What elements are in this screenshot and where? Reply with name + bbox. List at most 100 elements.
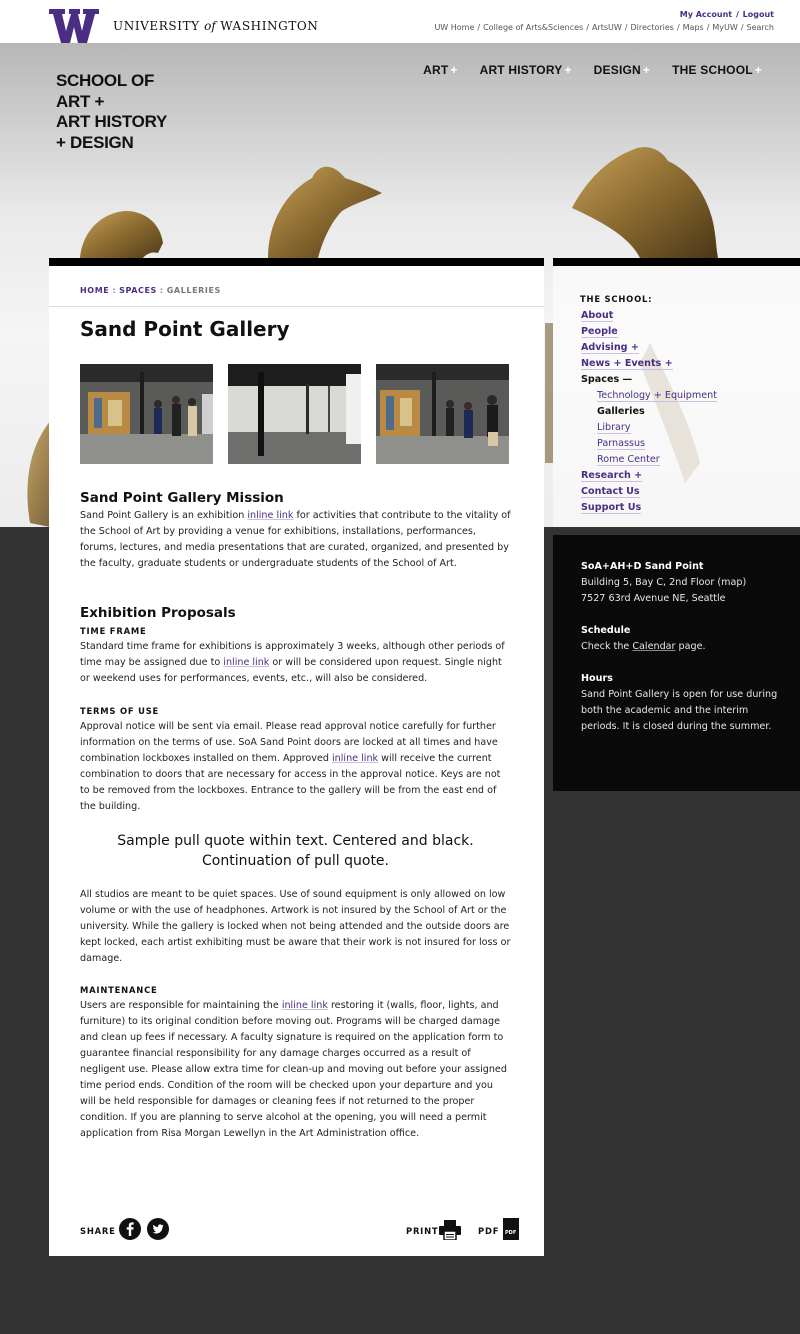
utility-link[interactable]: MyUW [712, 23, 737, 32]
logo-line: + DESIGN [56, 132, 134, 152]
inline-link[interactable]: inline link [223, 657, 269, 668]
time-frame-heading: TIME FRAME [80, 626, 147, 636]
plus-icon: + [754, 63, 762, 77]
sidebar-item[interactable]: Technology + Equipment [581, 388, 781, 404]
inline-link[interactable]: inline link [282, 1000, 328, 1011]
gallery-thumbnail[interactable] [228, 364, 361, 464]
top-bar: UNIVERSITY of WASHINGTON My Account / Lo… [0, 0, 800, 43]
sidebar-item-label: Research + [581, 470, 643, 482]
sidebar-item-label: Contact Us [581, 486, 640, 498]
utility-link[interactable]: Directories [630, 23, 673, 32]
schedule-block: Schedule Check the Calendar page. [581, 623, 781, 655]
facebook-icon[interactable] [119, 1218, 141, 1240]
sidebar-list: About People Advising + News + Events + Spac… [581, 308, 781, 516]
nav-label: THE SCHOOL [672, 63, 753, 77]
nav-item-art[interactable]: ART + [423, 63, 457, 77]
logo-line: SCHOOL OF [56, 71, 155, 90]
wordmark-of: of [204, 19, 216, 33]
utility-link[interactable]: Search [747, 23, 774, 32]
text-run: Sand Point Gallery is an exhibition [80, 510, 248, 521]
utility-separator: / [624, 23, 628, 32]
main-content-card: HOME: SPACES: GALLERIES Sand Point Gallery [49, 258, 544, 1256]
sidebar-item-label: Galleries [597, 406, 645, 417]
my-account-link[interactable]: My Account [680, 10, 732, 19]
utility-separator: / [586, 23, 589, 32]
info-box: SoA+AH+D Sand Point Building 5, Bay C, 2… [553, 535, 800, 791]
sidebar-item[interactable]: News + Events + [581, 356, 781, 372]
sidebar-item[interactable]: Galleries [581, 404, 781, 420]
utility-link[interactable]: UW Home [434, 23, 474, 32]
sidebar-item-label: Technology + Equipment [597, 390, 717, 402]
sidebar-item[interactable]: About [581, 308, 781, 324]
main-nav: ART + ART HISTORY + DESIGN + THE SCHOOL + [423, 63, 762, 77]
utility-link[interactable]: Maps [683, 23, 704, 32]
sidebar-item[interactable]: Support Us [581, 500, 781, 516]
sidebar-item-label: Library [597, 422, 631, 434]
sidebar-item-label: Spaces — [581, 374, 633, 385]
utility-nav: UW Home / College of Arts&Sciences / ArtsUW /… [434, 23, 774, 32]
schedule-heading: Schedule [581, 625, 631, 636]
sidebar-item[interactable]: People [581, 324, 781, 340]
share-bar: SHARE PRINT PDF PDF [80, 1218, 520, 1242]
twitter-icon[interactable] [147, 1218, 169, 1240]
nav-item-the-school[interactable]: THE SCHOOL + [672, 63, 762, 77]
inline-link[interactable]: inline link [332, 753, 378, 764]
sidebar-item[interactable]: Research + [581, 468, 781, 484]
nav-item-design[interactable]: DESIGN + [594, 63, 650, 77]
printer-icon[interactable] [439, 1220, 461, 1244]
breadcrumb-current: GALLERIES [166, 286, 221, 295]
sidebar-item-label: People [581, 326, 618, 338]
breadcrumb-spaces[interactable]: SPACES [119, 286, 157, 295]
sidebar-item-label: News + Events + [581, 358, 673, 370]
sidebar-item[interactable]: Rome Center [581, 452, 781, 468]
plus-icon: + [564, 63, 572, 77]
nav-item-art-history[interactable]: ART HISTORY + [480, 63, 572, 77]
sidebar-heading: THE SCHOOL: [580, 294, 653, 304]
pdf-label[interactable]: PDF [478, 1226, 499, 1236]
maintenance-paragraph: Users are responsible for maintaining th… [80, 998, 511, 1142]
gallery-thumbnail[interactable] [80, 364, 213, 464]
sidebar-item-label: Advising + [581, 342, 639, 354]
calendar-link[interactable]: Calendar [632, 641, 675, 652]
print-label[interactable]: PRINT [406, 1226, 438, 1236]
utility-link[interactable]: ArtsUW [592, 23, 622, 32]
terms-paragraph: Approval notice will be sent via email. … [80, 719, 511, 815]
breadcrumb-home[interactable]: HOME [80, 286, 109, 295]
breadcrumb-separator: : [159, 286, 164, 295]
logout-link[interactable]: Logout [743, 10, 774, 19]
maintenance-heading: MAINTENANCE [80, 985, 158, 995]
time-frame-paragraph: Standard time frame for exhibitions is a… [80, 639, 511, 687]
nav-label: ART [423, 63, 449, 77]
sidebar-item[interactable]: Library [581, 420, 781, 436]
sidebar-item[interactable]: Advising + [581, 340, 781, 356]
sidebar-nav: THE SCHOOL: About People Advising + News + … [553, 258, 800, 527]
sidebar-item[interactable]: Parnassus [581, 436, 781, 452]
utility-separator: / [676, 23, 680, 32]
utility-separator: / [740, 23, 744, 32]
pdf-icon[interactable]: PDF [503, 1218, 519, 1240]
terms-heading: TERMS OF USE [80, 706, 160, 716]
account-separator: / [735, 10, 739, 19]
sidebar-item[interactable]: Contact Us [581, 484, 781, 500]
utility-link[interactable]: College of Arts&Sciences [483, 23, 583, 32]
utility-separator: / [706, 23, 710, 32]
uw-w-logo-icon[interactable] [49, 9, 99, 43]
hours-text: Sand Point Gallery is open for use durin… [581, 689, 778, 732]
nav-label: ART HISTORY [479, 63, 563, 77]
nav-label: DESIGN [593, 63, 641, 77]
sidebar-item-label: Support Us [581, 502, 642, 514]
sidebar-item[interactable]: Spaces — [581, 372, 781, 388]
uw-wordmark[interactable]: UNIVERSITY of WASHINGTON [113, 19, 318, 33]
inline-link[interactable]: inline link [247, 510, 293, 521]
hours-block: Hours Sand Point Gallery is open for use… [581, 671, 781, 735]
school-logo[interactable]: SCHOOL OF ART + ART HISTORY + DESIGN [56, 71, 167, 153]
location-line: 7527 63rd Avenue NE, Seattle [581, 593, 726, 604]
mission-paragraph: Sand Point Gallery is an exhibition inli… [80, 508, 511, 572]
location-line: Building 5, Bay C, 2nd Floor (map) [581, 577, 747, 588]
mission-heading: Sand Point Gallery Mission [80, 490, 284, 506]
gallery-thumbnail[interactable] [376, 364, 509, 464]
share-label: SHARE [80, 1226, 116, 1236]
hours-heading: Hours [581, 673, 613, 684]
text-run: Check the [581, 641, 633, 652]
gallery-thumbnails [80, 364, 510, 464]
